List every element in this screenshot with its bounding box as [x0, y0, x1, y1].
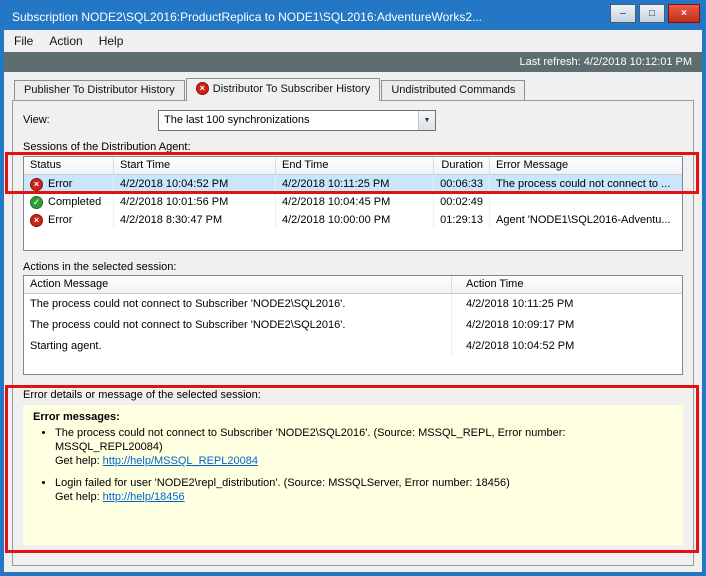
get-help-label: Get help: [55, 491, 100, 503]
client-area: Publisher To Distributor History × Distr… [4, 72, 702, 572]
session-duration: 00:06:33 [434, 175, 490, 193]
menu-bar: File Action Help [4, 30, 702, 52]
minimize-button[interactable]: – [610, 4, 636, 23]
action-message: The process could not connect to Subscri… [24, 315, 452, 336]
chevron-down-icon[interactable]: ▼ [418, 111, 435, 130]
menu-action[interactable]: Action [41, 31, 90, 51]
menu-help[interactable]: Help [91, 31, 132, 51]
view-dropdown-value: The last 100 synchronizations [159, 114, 418, 126]
error-message-text: Login failed for user 'NODE2\repl_distri… [55, 477, 510, 489]
session-start-time: 4/2/2018 10:04:52 PM [114, 175, 276, 193]
session-status: Completed [48, 193, 101, 211]
session-end-time: 4/2/2018 10:11:25 PM [276, 175, 434, 193]
actions-table-header: Action Message Action Time [24, 276, 682, 294]
session-start-time: 4/2/2018 8:30:47 PM [114, 211, 276, 229]
session-error-message: The process could not connect to ... [490, 175, 682, 193]
actions-table: Action Message Action Time The process c… [23, 275, 683, 375]
column-header-start-time[interactable]: Start Time [114, 157, 276, 174]
column-header-error-message[interactable]: Error Message [490, 157, 682, 174]
tab-label: Distributor To Subscriber History [213, 83, 371, 95]
session-error-message [490, 193, 682, 211]
menu-file[interactable]: File [6, 31, 41, 51]
session-row[interactable]: × Error 4/2/2018 8:30:47 PM 4/2/2018 10:… [24, 211, 682, 229]
subscription-window: Subscription NODE2\SQL2016:ProductReplic… [0, 0, 706, 576]
column-header-status[interactable]: Status [24, 157, 114, 174]
success-icon: ✓ [30, 196, 43, 209]
last-refresh-bar: Last refresh: 4/2/2018 10:12:01 PM [4, 52, 702, 72]
view-row: View: The last 100 synchronizations ▼ [23, 109, 683, 131]
session-end-time: 4/2/2018 10:00:00 PM [276, 211, 434, 229]
titlebar: Subscription NODE2\SQL2016:ProductReplic… [4, 4, 702, 30]
view-label: View: [23, 114, 158, 126]
error-messages-list: The process could not connect to Subscri… [41, 426, 673, 504]
session-duration: 00:02:49 [434, 193, 490, 211]
actions-label: Actions in the selected session: [23, 261, 683, 273]
column-header-action-time[interactable]: Action Time [452, 276, 682, 293]
error-details-box: Error messages: The process could not co… [23, 405, 683, 545]
tab-undistributed-commands[interactable]: Undistributed Commands [381, 80, 525, 100]
session-error-message: Agent 'NODE1\SQL2016-Adventu... [490, 211, 682, 229]
action-time: 4/2/2018 10:04:52 PM [452, 336, 682, 357]
session-row[interactable]: × Error 4/2/2018 10:04:52 PM 4/2/2018 10… [24, 175, 682, 193]
maximize-button[interactable]: □ [639, 4, 665, 23]
sessions-table-header: Status Start Time End Time Duration Erro… [24, 157, 682, 175]
help-link[interactable]: http://help/18456 [103, 491, 185, 503]
action-message: The process could not connect to Subscri… [24, 294, 452, 315]
session-end-time: 4/2/2018 10:04:45 PM [276, 193, 434, 211]
tab-panel: View: The last 100 synchronizations ▼ Se… [12, 100, 694, 566]
error-messages-heading: Error messages: [33, 411, 673, 423]
last-refresh-text: Last refresh: 4/2/2018 10:12:01 PM [520, 56, 692, 68]
session-row[interactable]: ✓ Completed 4/2/2018 10:01:56 PM 4/2/201… [24, 193, 682, 211]
error-icon: × [30, 178, 43, 191]
tab-publisher-to-distributor[interactable]: Publisher To Distributor History [14, 80, 185, 100]
column-header-duration[interactable]: Duration [434, 157, 490, 174]
action-message: Starting agent. [24, 336, 452, 357]
error-icon: × [30, 214, 43, 227]
error-details-label: Error details or message of the selected… [23, 389, 683, 401]
error-message-item: Login failed for user 'NODE2\repl_distri… [55, 476, 673, 504]
session-status: Error [48, 211, 72, 229]
close-button[interactable]: × [668, 4, 700, 23]
error-icon: × [196, 82, 209, 95]
action-row[interactable]: Starting agent. 4/2/2018 10:04:52 PM [24, 336, 682, 357]
window-title: Subscription NODE2\SQL2016:ProductReplic… [12, 10, 610, 24]
tab-strip: Publisher To Distributor History × Distr… [12, 78, 694, 100]
error-message-text: The process could not connect to Subscri… [55, 427, 565, 453]
action-time: 4/2/2018 10:11:25 PM [452, 294, 682, 315]
help-link[interactable]: http://help/MSSQL_REPL20084 [103, 455, 258, 467]
action-row[interactable]: The process could not connect to Subscri… [24, 294, 682, 315]
caption-buttons: – □ × [610, 4, 702, 30]
column-header-action-message[interactable]: Action Message [24, 276, 452, 293]
session-status: Error [48, 175, 72, 193]
session-duration: 01:29:13 [434, 211, 490, 229]
tab-label: Publisher To Distributor History [24, 84, 175, 96]
error-message-item: The process could not connect to Subscri… [55, 426, 673, 468]
action-time: 4/2/2018 10:09:17 PM [452, 315, 682, 336]
tab-distributor-to-subscriber[interactable]: × Distributor To Subscriber History [186, 78, 381, 101]
get-help-label: Get help: [55, 455, 100, 467]
sessions-label: Sessions of the Distribution Agent: [23, 141, 683, 153]
column-header-end-time[interactable]: End Time [276, 157, 434, 174]
view-dropdown[interactable]: The last 100 synchronizations ▼ [158, 110, 436, 131]
action-row[interactable]: The process could not connect to Subscri… [24, 315, 682, 336]
sessions-table: Status Start Time End Time Duration Erro… [23, 156, 683, 251]
session-start-time: 4/2/2018 10:01:56 PM [114, 193, 276, 211]
tab-label: Undistributed Commands [391, 84, 515, 96]
